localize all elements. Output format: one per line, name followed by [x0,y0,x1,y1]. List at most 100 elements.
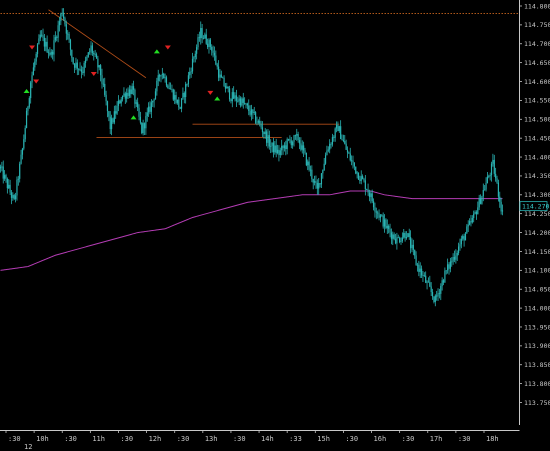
candle-body [282,145,284,149]
candle-body [468,221,471,225]
candle-body [169,88,172,90]
candle-body [24,128,26,140]
candle-body [47,52,50,54]
x-tick-label: 15h [317,435,330,443]
candle-body [279,150,281,155]
candle-body [252,109,254,113]
candle-body [42,35,44,38]
candle-body [361,176,364,179]
candle-body [174,95,176,100]
candle-body [462,236,464,239]
candle-body [91,45,93,53]
candle-body [84,60,87,64]
candle-body [119,100,121,104]
candle-body [30,82,32,99]
candle-body [344,141,346,144]
candle-body [145,116,147,129]
candle-body [307,161,309,166]
candle-body [167,85,169,88]
x-tick-label: :30 [345,435,358,443]
candle-body [197,37,199,48]
candle-body [352,160,354,163]
candle-body [220,74,222,78]
candle-body [346,149,349,153]
current-price-tag: 114.270 [519,201,549,212]
candle-body [501,210,504,212]
candle-body [108,111,110,117]
candle-body [212,50,214,53]
candle-body [259,120,261,124]
x-tick-label: 12h [149,435,162,443]
candle-body [484,189,486,191]
candle-body [382,215,384,227]
candle-body [433,296,435,302]
candle-body [297,134,299,141]
candle-body [345,143,347,150]
candle-body [411,244,413,249]
candle-body [14,195,17,199]
candle-body [16,179,18,196]
candle-body [276,149,279,153]
y-tick-label: 114.700 [524,40,550,48]
y-tick-label: 114.600 [524,78,550,86]
x-tick-label: :30 [120,435,133,443]
y-tick-label: 114.150 [524,248,550,256]
x-tick-label: :33 [289,435,302,443]
candle-body [330,143,332,145]
candle-body [287,139,290,140]
candle-body [137,102,139,108]
candle-body [381,215,383,217]
candle-body [79,68,81,70]
candle-body [157,75,159,81]
candle-body [102,83,104,85]
y-tick-label: 114.300 [524,191,550,199]
candle [72,57,74,65]
candle-body [359,179,361,181]
candle-body [97,58,99,68]
candle-body [390,232,393,239]
candle-body [459,244,461,247]
candle-body [19,163,21,179]
candle-body [106,101,109,112]
candle-body [419,268,421,272]
candle-body [71,49,73,58]
candle-body [176,99,179,103]
candle-body [342,140,344,142]
candle-body [139,116,142,123]
candle-body [161,73,163,75]
candle-body [293,135,295,142]
candle-body [53,40,55,55]
candle-body [394,239,397,244]
candle-body [464,233,467,241]
candle-body [0,166,2,169]
candle-body [319,183,321,185]
x-tick-label: 18h [486,435,499,443]
x-tick-label: :30 [233,435,246,443]
candle-body [175,95,177,103]
candle-body [401,237,403,241]
candle-body [372,201,375,208]
candle-body [412,244,414,250]
candle-body [458,246,460,253]
y-tick-label: 113.750 [524,399,550,407]
candle-body [46,41,48,53]
candle-body [431,292,434,297]
y-tick-label: 114.450 [524,134,550,142]
candle-body [388,225,390,229]
candle-body [9,184,11,193]
candle-body [61,12,63,14]
y-tick-label: 114.800 [524,2,550,10]
candle-body [304,150,306,153]
candle-body [69,39,72,50]
candle-body [117,100,120,106]
candle-body [126,92,128,99]
candle-body [182,92,184,99]
candle-body [318,183,320,189]
candle-body [58,21,61,26]
candle-body [363,178,365,181]
candle-body [36,44,39,54]
candle-body [315,181,317,183]
x-tick-label: :30 [8,435,21,443]
candle-body [75,62,77,68]
candle-body [235,95,238,101]
